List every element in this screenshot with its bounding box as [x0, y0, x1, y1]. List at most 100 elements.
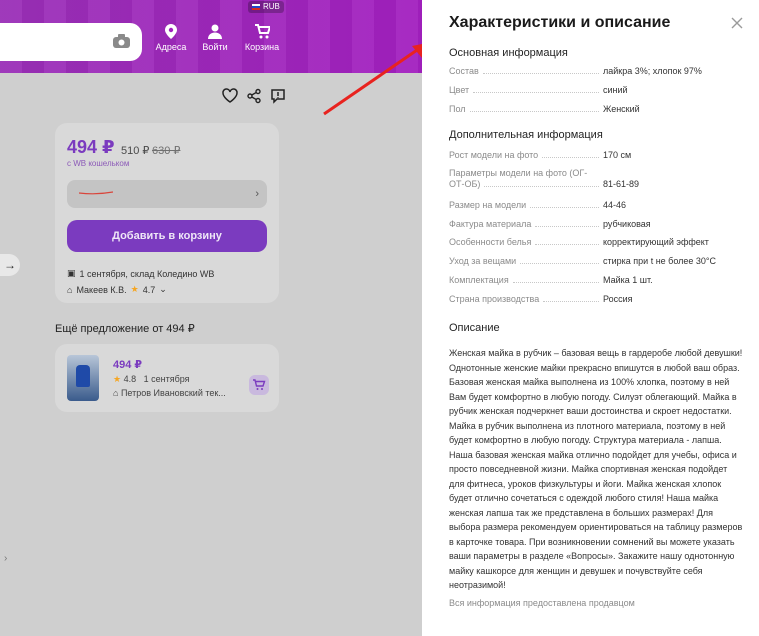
spec-key: Пол — [449, 104, 466, 114]
spec-row: Комплектация Майка 1 шт. — [449, 275, 744, 289]
offer-seller-name: Петров Ивановский тек... — [120, 388, 226, 398]
spec-row: Особенности белья корректирующий эффект — [449, 237, 744, 251]
main-info-title: Основная информация — [449, 47, 568, 59]
wallet-label[interactable]: с WB кошельком — [67, 159, 129, 168]
currency-selector[interactable]: RUB — [248, 1, 284, 13]
spec-dots — [542, 157, 599, 158]
chevron-right-icon: › — [255, 188, 259, 200]
price-card: 494 ₽ 510 ₽ 630 ₽ с WB кошельком › Добав… — [55, 123, 279, 303]
box-icon: ▣ — [67, 268, 76, 278]
star-icon: ★ — [130, 284, 139, 294]
spec-row: Пол Женский — [449, 104, 744, 118]
cart-label: Корзина — [244, 42, 280, 52]
shop-icon: ⌂ — [113, 388, 119, 398]
spec-dots — [520, 263, 599, 264]
spec-key: Состав — [449, 66, 479, 76]
login-label: Войти — [202, 42, 228, 52]
characteristics-panel: Характеристики и описание Основная инфор… — [422, 0, 759, 636]
cart-icon — [254, 24, 270, 39]
size-scribble — [79, 191, 113, 195]
more-offer-title: Ещё предложение от 494 ₽ — [55, 323, 195, 335]
spec-value: корректирующий эффект — [603, 237, 709, 247]
spec-dots — [543, 301, 599, 302]
delivery-info: ▣ 1 сентября, склад Коледино WB — [67, 268, 214, 279]
spec-dots — [535, 244, 599, 245]
offer-seller: ⌂ Петров Ивановский тек... — [113, 388, 226, 398]
cart-icon — [253, 379, 266, 390]
star-icon: ★ — [113, 374, 122, 384]
spec-row: Рост модели на фото 170 см — [449, 150, 744, 164]
delivery-text: 1 сентября, склад Коледино WB — [79, 268, 215, 279]
chevron-down-icon: ⌄ — [159, 284, 167, 294]
spec-value: стирка при t не более 30°C — [603, 256, 717, 266]
extra-info-title: Дополнительная информация — [449, 129, 603, 141]
location-pin-icon — [165, 24, 177, 39]
spec-row: Фактура материала рубчиковая — [449, 219, 744, 233]
offer-card[interactable]: 494 ₽ ★ 4.8 1 сентября ⌂ Петров Ивановск… — [55, 344, 279, 412]
share-icon[interactable] — [246, 88, 262, 104]
currency-label: RUB — [263, 2, 280, 11]
seller-info[interactable]: ⌂ Макеев К.В. ★ 4.7 ⌄ — [67, 284, 167, 295]
spec-row: Страна производства Россия — [449, 294, 744, 308]
spec-dots — [512, 282, 599, 283]
russia-flag-icon — [252, 4, 260, 10]
user-icon — [208, 24, 222, 39]
spec-row: Размер на модели 44-46 — [449, 200, 744, 214]
cart-button[interactable]: Корзина — [242, 24, 282, 52]
spec-key: Особенности белья — [449, 237, 532, 247]
spec-key: Цвет — [449, 85, 470, 95]
camera-icon[interactable] — [113, 34, 130, 48]
report-icon[interactable] — [270, 88, 286, 104]
spec-value: рубчиковая — [603, 219, 651, 229]
old-price: 630 ₽ — [152, 145, 181, 157]
spec-dots — [482, 73, 599, 74]
spec-dots — [530, 207, 599, 208]
spec-value: лайкра 3%; хлопок 97% — [603, 66, 702, 76]
panel-title: Характеристики и описание — [449, 14, 671, 31]
addresses-button[interactable]: Адреса — [151, 24, 191, 52]
size-select[interactable]: › — [67, 180, 267, 208]
spec-row: Цвет синий — [449, 85, 744, 99]
spec-key: Фактура материала — [449, 219, 532, 229]
seller-name: Макеев К.В. — [76, 284, 127, 295]
spec-value: 81-61-89 — [603, 179, 640, 189]
add-to-cart-button[interactable]: Добавить в корзину — [67, 220, 267, 252]
spec-dots — [535, 226, 599, 227]
description-title: Описание — [449, 322, 500, 334]
heart-icon[interactable] — [222, 88, 238, 104]
current-price: 494 ₽ — [67, 137, 115, 157]
addresses-label: Адреса — [155, 42, 187, 52]
spec-key: Рост модели на фото — [449, 150, 539, 160]
offer-date: 1 сентября — [143, 374, 190, 384]
spec-value: синий — [603, 85, 628, 95]
offer-thumbnail — [67, 355, 99, 401]
spec-dots — [484, 186, 599, 187]
spec-row: Параметры модели на фото (ОГ-ОТ-ОБ) 81-61… — [449, 168, 744, 189]
spec-value: Россия — [603, 294, 633, 304]
spec-value: Женский — [603, 104, 640, 114]
offer-rating: 4.8 — [123, 374, 137, 384]
spec-key: Уход за вещами — [449, 256, 517, 266]
spec-key: Комплектация — [449, 275, 509, 285]
spec-key: Размер на модели — [449, 200, 527, 210]
spec-row: Уход за вещами стирка при t не более 30°C — [449, 256, 744, 270]
chevron-right-icon[interactable]: › — [4, 553, 7, 564]
login-button[interactable]: Войти — [195, 24, 235, 52]
spec-value: 44-46 — [603, 200, 627, 210]
offer-meta: ★ 4.8 1 сентября — [113, 374, 190, 385]
search-input[interactable] — [0, 23, 142, 61]
spec-value: Майка 1 шт. — [603, 275, 653, 285]
product-actions — [222, 88, 286, 104]
seller-info-note: Вся информация предоставлена продавцом — [449, 598, 635, 608]
spec-dots — [473, 92, 599, 93]
close-icon[interactable] — [730, 16, 744, 30]
spec-key: Страна производства — [449, 294, 540, 304]
seller-rating: 4.7 — [142, 284, 156, 295]
offer-cart-button[interactable] — [249, 375, 269, 395]
spec-value: 170 см — [603, 150, 632, 160]
description-text: Женская майка в рубчик – базовая вещь в … — [449, 348, 743, 590]
spec-dots — [469, 111, 599, 112]
offer-price: 494 ₽ — [113, 359, 143, 371]
spec-row: Состав лайкра 3%; хлопок 97% — [449, 66, 744, 80]
shop-icon: ⌂ — [67, 284, 73, 295]
